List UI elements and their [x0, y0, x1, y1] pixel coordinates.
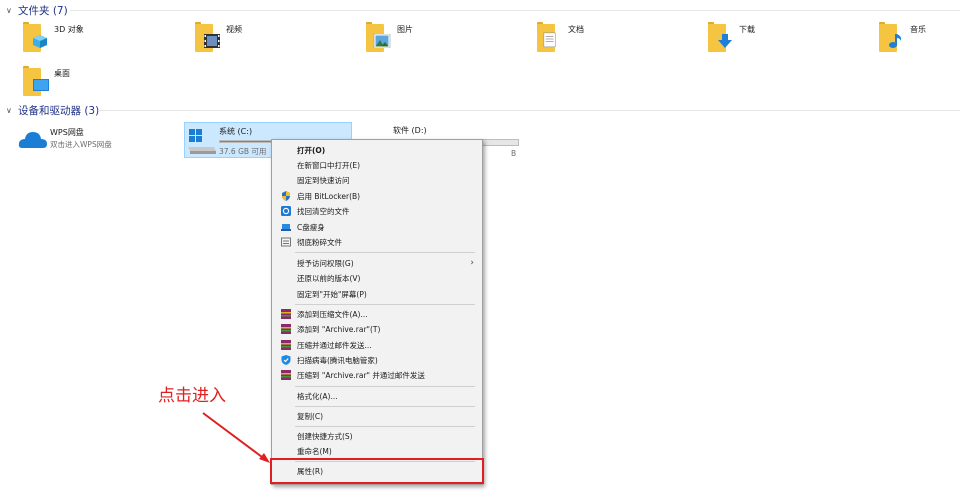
- menu-item-open[interactable]: 打开(O): [272, 143, 482, 157]
- folder-desktop[interactable]: 桌面: [20, 64, 180, 100]
- chevron-down-icon[interactable]: ∨: [6, 6, 16, 15]
- folder-music[interactable]: 音乐: [876, 20, 956, 56]
- desktop-folder-icon: [20, 64, 54, 98]
- menu-item-create-shortcut[interactable]: 创建快捷方式(S): [272, 429, 482, 443]
- folder-videos[interactable]: 视频: [192, 20, 352, 56]
- 3d-objects-icon: [20, 20, 54, 54]
- folder-label: 视频: [226, 25, 242, 34]
- menu-item-compress-rar-email[interactable]: 压缩到 "Archive.rar" 并通过邮件发送: [272, 368, 482, 382]
- drive-name: 软件 (D:): [393, 126, 427, 135]
- folder-downloads[interactable]: 下载: [705, 20, 865, 56]
- folder-documents[interactable]: 文档: [534, 20, 694, 56]
- menu-separator: [295, 252, 475, 253]
- drive-name: WPS网盘: [50, 128, 84, 137]
- folder-label: 文档: [568, 25, 584, 34]
- menu-separator: [295, 406, 475, 407]
- menu-separator: [295, 386, 475, 387]
- menu-item-grant-access[interactable]: 授予访问权限(G) ›: [272, 256, 482, 270]
- menu-item-copy[interactable]: 复制(C): [272, 409, 482, 423]
- folder-label: 音乐: [910, 25, 926, 34]
- recover-icon: [281, 206, 291, 216]
- cloud-icon: [16, 124, 50, 158]
- music-folder-icon: [876, 20, 910, 54]
- menu-separator: [295, 426, 475, 427]
- shield-icon: [281, 191, 291, 201]
- system-drive-icon: [185, 123, 219, 157]
- menu-item-format[interactable]: 格式化(A)...: [272, 389, 482, 403]
- group-divider: [70, 10, 960, 11]
- devices-group-header[interactable]: ∨ 设备和驱动器 (3): [6, 102, 99, 118]
- documents-folder-icon: [534, 20, 568, 54]
- menu-item-bitlocker[interactable]: 启用 BitLocker(B): [272, 189, 482, 203]
- menu-item-compress-email[interactable]: 压缩并通过邮件发送...: [272, 338, 482, 352]
- menu-item-rename[interactable]: 重命名(M): [272, 444, 482, 458]
- security-shield-icon: [281, 355, 291, 365]
- folders-group-header[interactable]: ∨ 文件夹 (7): [6, 2, 68, 18]
- submenu-arrow-icon: ›: [470, 258, 474, 268]
- highlight-box: [270, 458, 484, 484]
- menu-separator: [295, 304, 475, 305]
- group-divider: [98, 110, 960, 111]
- folder-label: 桌面: [54, 69, 70, 78]
- menu-item-add-archive[interactable]: 添加到压缩文件(A)...: [272, 307, 482, 321]
- winrar-icon: [281, 370, 291, 380]
- devices-group-label: 设备和驱动器 (3): [18, 104, 100, 117]
- chevron-down-icon[interactable]: ∨: [6, 106, 16, 115]
- folder-3d-objects[interactable]: 3D 对象: [20, 20, 180, 56]
- menu-item-recover-files[interactable]: 找回清空的文件: [272, 204, 482, 218]
- folder-label: 3D 对象: [54, 25, 84, 34]
- menu-item-open-new-window[interactable]: 在新窗口中打开(E): [272, 158, 482, 172]
- file-explorer-view: ∨ 文件夹 (7) 3D 对象 视频 图片 文档 下载 音乐 桌面 ∨ 设备和驱…: [0, 0, 960, 500]
- winrar-icon: [281, 309, 291, 319]
- context-menu: 打开(O) 在新窗口中打开(E) 固定到快速访问 启用 BitLocker(B)…: [271, 139, 483, 485]
- menu-item-shred[interactable]: 彻底粉碎文件: [272, 235, 482, 249]
- wps-cloud-drive[interactable]: WPS网盘 双击进入WPS网盘: [16, 124, 176, 160]
- menu-item-c-slim[interactable]: C盘瘦身: [272, 220, 482, 234]
- menu-item-restore-versions[interactable]: 还原以前的版本(V): [272, 271, 482, 285]
- shredder-icon: [281, 237, 291, 247]
- folders-group-label: 文件夹 (7): [18, 4, 68, 17]
- menu-item-pin-start[interactable]: 固定到"开始"屏幕(P): [272, 287, 482, 301]
- winrar-icon: [281, 324, 291, 334]
- folder-label: 下载: [739, 25, 755, 34]
- video-folder-icon: [192, 20, 226, 54]
- menu-item-virus-scan[interactable]: 扫描病毒(腾讯电脑管家): [272, 353, 482, 367]
- annotation-label: 点击进入: [158, 386, 226, 406]
- folder-pictures[interactable]: 图片: [363, 20, 523, 56]
- downloads-folder-icon: [705, 20, 739, 54]
- menu-item-add-archive-rar[interactable]: 添加到 "Archive.rar"(T): [272, 322, 482, 336]
- broom-icon: [281, 222, 291, 232]
- menu-item-pin-quick-access[interactable]: 固定到快速访问: [272, 173, 482, 187]
- folder-label: 图片: [397, 25, 413, 34]
- drive-subtitle: 双击进入WPS网盘: [50, 140, 112, 149]
- winrar-icon: [281, 340, 291, 350]
- drive-name: 系统 (C:): [219, 127, 253, 136]
- pictures-folder-icon: [363, 20, 397, 54]
